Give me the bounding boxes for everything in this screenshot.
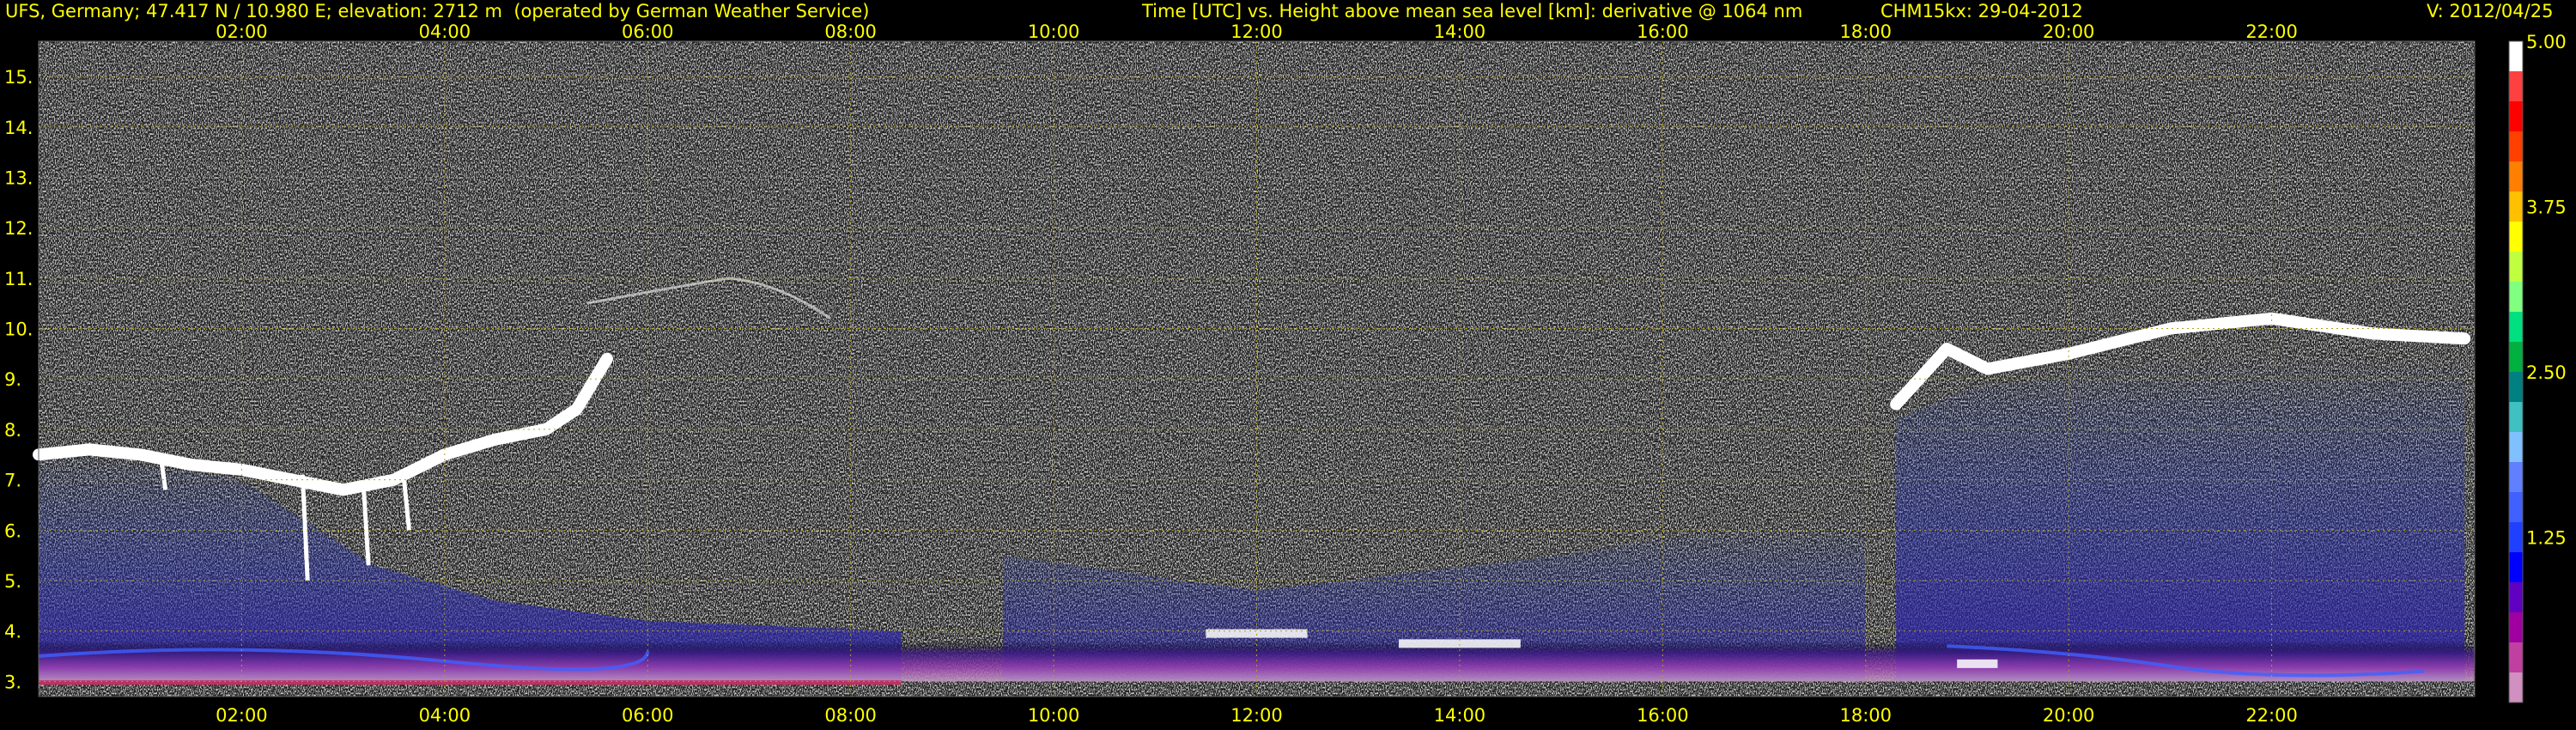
- x-tick-label-top: 12:00: [1230, 21, 1283, 42]
- x-tick-label: 16:00: [1637, 705, 1689, 726]
- y-tick-label: 9.: [4, 369, 21, 390]
- x-tick-label-top: 18:00: [1839, 21, 1892, 42]
- x-tick-label-top: 08:00: [824, 21, 877, 42]
- y-tick-label: 14.: [4, 118, 33, 138]
- ceilometer-plot: 02:00 02:00 04:00 04:00 06:00 06:00 08:00 08:00…: [4, 21, 2567, 726]
- y-tick-label: 10.: [4, 319, 33, 340]
- haze-evening: [1896, 358, 2465, 682]
- x-tick-label-top: 06:00: [622, 21, 674, 42]
- colorbar-swatch: [2509, 522, 2523, 553]
- colorbar-swatch: [2509, 71, 2523, 102]
- x-tick-label-top: 04:00: [419, 21, 471, 42]
- x-tick-label-top: 16:00: [1637, 21, 1689, 42]
- colorbar-swatch: [2509, 101, 2523, 132]
- colorbar-swatch: [2509, 612, 2523, 643]
- x-tick-label: 04:00: [419, 705, 471, 726]
- x-tick-label-top: 20:00: [2043, 21, 2095, 42]
- low-cloud-fragment-2: [1957, 659, 1998, 668]
- x-tick-label: 20:00: [2043, 705, 2095, 726]
- x-tick-label: 14:00: [1434, 705, 1486, 726]
- colorbar-swatch: [2509, 582, 2523, 613]
- colorbar-swatch: [2509, 192, 2523, 222]
- x-tick-label: 18:00: [1839, 705, 1892, 726]
- colorbar-swatch: [2509, 552, 2523, 583]
- colorbar-swatch: [2509, 402, 2523, 433]
- x-tick-label: 10:00: [1028, 705, 1080, 726]
- colorbar-swatch: [2509, 492, 2523, 523]
- x-tick-label-top: 02:00: [216, 21, 268, 42]
- y-tick-label: 11.: [4, 269, 33, 289]
- x-tick-label-top: 10:00: [1028, 21, 1080, 42]
- y-tick-label: 7.: [4, 471, 21, 491]
- colorbar-swatch: [2509, 161, 2523, 192]
- colorbar-swatch: [2509, 222, 2523, 252]
- x-tick-label: 02:00: [216, 705, 268, 726]
- colorbar-swatch: [2509, 41, 2523, 72]
- y-tick-label: 4.: [4, 622, 21, 642]
- colorbar-swatch: [2509, 672, 2523, 703]
- colorbar-swatch: [2509, 131, 2523, 162]
- y-tick-label: 6.: [4, 520, 21, 541]
- colorbar-swatch: [2509, 312, 2523, 343]
- colorbar-swatch: [2509, 642, 2523, 673]
- colorbar-swatch: [2509, 282, 2523, 313]
- x-tick-label: 12:00: [1230, 705, 1283, 726]
- x-tick-label: 06:00: [622, 705, 674, 726]
- colorbar-swatch: [2509, 432, 2523, 463]
- colorbar-swatch: [2509, 342, 2523, 373]
- x-tick-label: 22:00: [2245, 705, 2298, 726]
- colorbar-swatch: [2509, 252, 2523, 283]
- y-tick-label: 15.: [4, 67, 33, 88]
- x-tick-label: 08:00: [824, 705, 877, 726]
- colorbar-label: 3.75: [2526, 198, 2567, 218]
- y-tick-label: 8.: [4, 420, 21, 441]
- y-tick-label: 13.: [4, 167, 33, 188]
- colorbar-swatch: [2509, 372, 2523, 403]
- colorbar-label: 2.50: [2526, 362, 2567, 383]
- y-tick-label: 3.: [4, 672, 21, 692]
- y-tick-label: 5.: [4, 571, 21, 592]
- x-tick-label-top: 22:00: [2245, 21, 2298, 42]
- colorbar-swatch: [2509, 462, 2523, 493]
- x-tick-label-top: 14:00: [1434, 21, 1486, 42]
- y-tick-label: 12.: [4, 218, 33, 239]
- colorbar-label: 1.25: [2526, 528, 2567, 549]
- low-cloud-fragment-0: [1206, 629, 1308, 638]
- colorbar-label: 5.00: [2526, 32, 2567, 52]
